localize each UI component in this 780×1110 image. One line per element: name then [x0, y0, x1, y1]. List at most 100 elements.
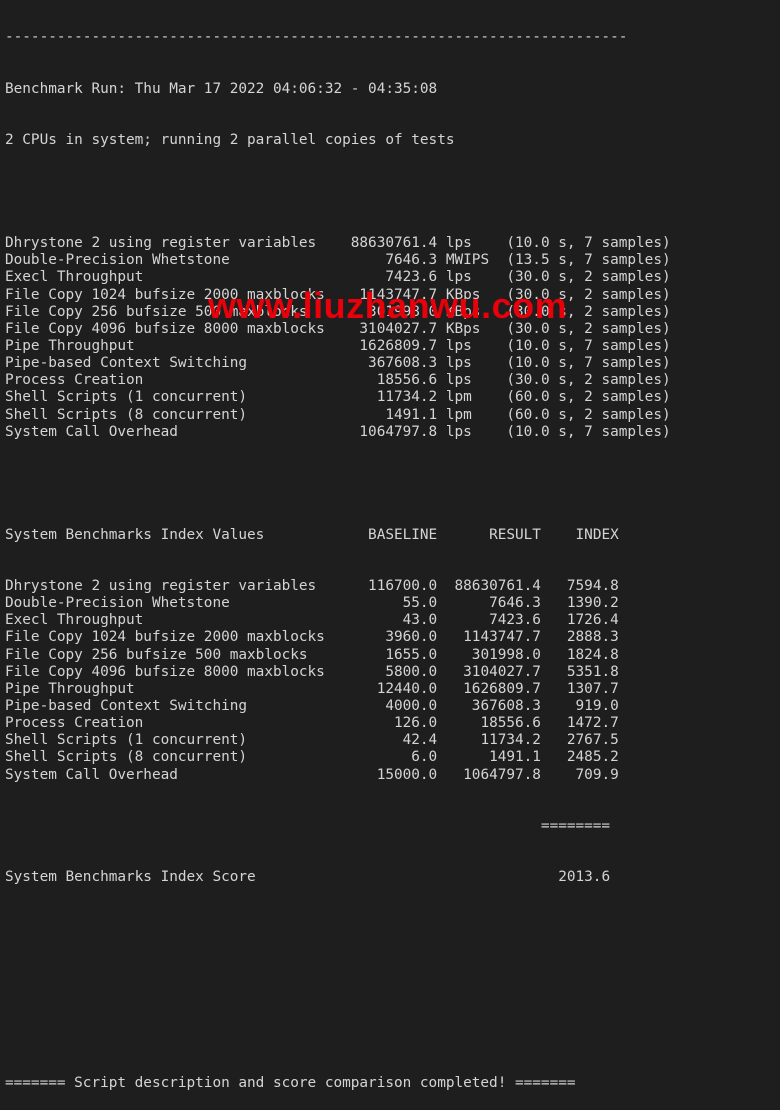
index-test-name: File Copy 4096 bufsize 8000 maxblocks: [5, 663, 351, 680]
result-value: 3104027.7: [437, 663, 541, 680]
index-score-value: 2013.6: [540, 869, 611, 886]
test-unit: lps: [437, 355, 498, 372]
result-value: 301998.0: [437, 646, 541, 663]
result-value: 1491.1: [437, 749, 541, 766]
test-value: 7646.3: [350, 252, 438, 269]
index-value: 1390.2: [540, 595, 619, 612]
score-separator-rule: ========: [5, 818, 611, 835]
index-row: File Copy 4096 bufsize 8000 maxblocks 58…: [5, 664, 671, 681]
baseline-value: 12440.0: [350, 680, 438, 697]
results-block: Dhrystone 2 using register variables 886…: [5, 235, 671, 441]
test-unit: lps: [437, 337, 498, 354]
test-unit: lpm: [437, 389, 498, 406]
test-unit: lps: [437, 235, 498, 252]
baseline-value: 1655.0: [350, 646, 438, 663]
index-row: Dhrystone 2 using register variables 116…: [5, 578, 671, 595]
index-title: System Benchmarks Index Values: [5, 526, 351, 543]
completion-message: ======= Script description and score com…: [5, 1075, 576, 1092]
result-row: Shell Scripts (8 concurrent) 1491.1 lpm …: [5, 407, 671, 424]
index-test-name: File Copy 256 bufsize 500 maxblocks: [5, 646, 351, 663]
terminal-output[interactable]: ----------------------------------------…: [5, 0, 671, 1110]
index-test-name: Double-Precision Whetstone: [5, 595, 351, 612]
index-header: System Benchmarks Index Values BASELINE …: [5, 527, 671, 544]
result-value: 7423.6: [437, 612, 541, 629]
test-value: 18556.6: [350, 372, 438, 389]
test-name: Shell Scripts (1 concurrent): [5, 389, 351, 406]
baseline-value: 55.0: [350, 595, 438, 612]
index-row: Execl Throughput 43.0 7423.6 1726.4: [5, 612, 671, 629]
test-name: Pipe Throughput: [5, 337, 351, 354]
index-row: File Copy 1024 bufsize 2000 maxblocks 39…: [5, 629, 671, 646]
index-value: 5351.8: [540, 663, 619, 680]
score-separator: ========: [5, 818, 671, 835]
index-score-line: System Benchmarks Index Score 2013.6: [5, 869, 671, 886]
result-row: Dhrystone 2 using register variables 886…: [5, 235, 671, 252]
index-block: Dhrystone 2 using register variables 116…: [5, 578, 671, 784]
index-value: 1726.4: [540, 612, 619, 629]
baseline-value: 5800.0: [350, 663, 438, 680]
result-value: 88630761.4: [437, 578, 541, 595]
test-detail: (13.5 s, 7 samples): [497, 252, 671, 269]
separator-line: ----------------------------------------…: [5, 29, 628, 46]
result-value: 11734.2: [437, 732, 541, 749]
index-value: 7594.8: [540, 578, 619, 595]
test-name: Pipe-based Context Switching: [5, 355, 351, 372]
index-test-name: Shell Scripts (8 concurrent): [5, 749, 351, 766]
test-value: 88630761.4: [350, 235, 438, 252]
index-test-name: Execl Throughput: [5, 612, 351, 629]
result-row: Pipe Throughput 1626809.7 lps (10.0 s, 7…: [5, 338, 671, 355]
index-row: Double-Precision Whetstone 55.0 7646.3 1…: [5, 595, 671, 612]
test-value: 1491.1: [350, 406, 438, 423]
index-test-name: Shell Scripts (1 concurrent): [5, 732, 351, 749]
test-detail: (10.0 s, 7 samples): [497, 423, 671, 440]
test-name: Execl Throughput: [5, 269, 351, 286]
baseline-value: 42.4: [350, 732, 438, 749]
test-detail: (10.0 s, 7 samples): [497, 337, 671, 354]
test-unit: MWIPS: [437, 252, 498, 269]
result-row: Shell Scripts (1 concurrent) 11734.2 lpm…: [5, 389, 671, 406]
test-value: 1626809.7: [350, 337, 438, 354]
index-value: 1307.7: [540, 680, 619, 697]
result-value: 1143747.7: [437, 629, 541, 646]
baseline-value: 15000.0: [350, 766, 438, 783]
index-test-name: Dhrystone 2 using register variables: [5, 578, 351, 595]
test-value: 367608.3: [350, 355, 438, 372]
test-unit: lpm: [437, 406, 498, 423]
baseline-value: 116700.0: [350, 578, 438, 595]
index-row: Pipe Throughput 12440.0 1626809.7 1307.7: [5, 681, 671, 698]
result-row: Pipe-based Context Switching 367608.3 lp…: [5, 355, 671, 372]
index-test-name: System Call Overhead: [5, 766, 351, 783]
result-value: 18556.6: [437, 715, 541, 732]
test-name: Process Creation: [5, 372, 351, 389]
index-row: File Copy 256 bufsize 500 maxblocks 1655…: [5, 647, 671, 664]
result-value: 7646.3: [437, 595, 541, 612]
test-unit: lps: [437, 269, 498, 286]
index-row: Process Creation 126.0 18556.6 1472.7: [5, 715, 671, 732]
index-test-name: Pipe-based Context Switching: [5, 698, 351, 715]
test-unit: lps: [437, 423, 498, 440]
index-row: Shell Scripts (8 concurrent) 6.0 1491.1 …: [5, 749, 671, 766]
test-name: Dhrystone 2 using register variables: [5, 235, 351, 252]
index-test-name: Process Creation: [5, 715, 351, 732]
result-row: Execl Throughput 7423.6 lps (30.0 s, 2 s…: [5, 269, 671, 286]
result-row: Double-Precision Whetstone 7646.3 MWIPS …: [5, 252, 671, 269]
result-header: RESULT: [437, 526, 541, 543]
result-value: 1064797.8: [437, 766, 541, 783]
index-value: 1472.7: [540, 715, 619, 732]
test-unit: lps: [437, 372, 498, 389]
baseline-value: 43.0: [350, 612, 438, 629]
index-row: System Call Overhead 15000.0 1064797.8 7…: [5, 767, 671, 784]
baseline-value: 6.0: [350, 749, 438, 766]
index-value: 2888.3: [540, 629, 619, 646]
index-test-name: File Copy 1024 bufsize 2000 maxblocks: [5, 629, 351, 646]
test-detail: (30.0 s, 2 samples): [497, 372, 671, 389]
baseline-value: 3960.0: [350, 629, 438, 646]
index-row: Pipe-based Context Switching 4000.0 3676…: [5, 698, 671, 715]
test-name: Shell Scripts (8 concurrent): [5, 406, 351, 423]
index-column-header: INDEX: [540, 526, 619, 543]
